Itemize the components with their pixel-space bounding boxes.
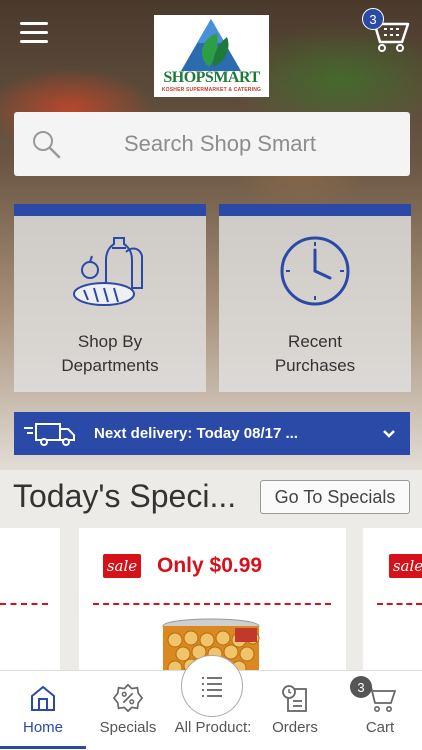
next-delivery-text: Next delivery: Today 08/17 ... bbox=[94, 425, 298, 442]
all-products-button[interactable] bbox=[181, 655, 243, 717]
go-to-specials-button[interactable]: Go To Specials bbox=[260, 480, 410, 514]
nav-specials[interactable]: Specials bbox=[86, 671, 170, 750]
shopsmart-logo[interactable]: SHOPSMART KOSHER SUPERMARKET & CATERING bbox=[154, 15, 269, 97]
tile-label: Recent Purchases bbox=[275, 330, 355, 378]
nav-cart-count-badge: 3 bbox=[350, 676, 372, 698]
special-card[interactable]: sale bbox=[363, 528, 422, 678]
search-input[interactable]: Search Shop Smart bbox=[14, 112, 410, 176]
special-card[interactable] bbox=[0, 528, 60, 678]
nav-label: Cart bbox=[365, 719, 395, 736]
header-cart-button[interactable]: 3 bbox=[362, 8, 412, 54]
truck-icon bbox=[24, 422, 75, 446]
nav-label: Specials bbox=[99, 719, 157, 736]
tile-label-line1: Recent bbox=[288, 332, 342, 351]
logo-text: SHOPSMART bbox=[163, 69, 260, 86]
special-price: Only $0.99 bbox=[157, 554, 263, 577]
card-divider bbox=[93, 603, 331, 605]
card-divider bbox=[0, 603, 48, 605]
menu-icon-bar bbox=[20, 22, 48, 25]
recent-purchases-tile[interactable]: Recent Purchases bbox=[219, 204, 411, 392]
nav-label: Home bbox=[22, 719, 63, 736]
tile-label-line2: Departments bbox=[61, 356, 159, 375]
chevron-down-icon bbox=[383, 429, 395, 438]
clock-icon bbox=[280, 236, 350, 306]
cart-count-badge: 3 bbox=[362, 8, 384, 30]
menu-button[interactable] bbox=[20, 22, 48, 44]
home-icon bbox=[31, 685, 55, 711]
percent-icon bbox=[112, 683, 144, 713]
nav-label: All Product: bbox=[174, 719, 252, 736]
tile-label: Shop By Departments bbox=[61, 330, 158, 378]
search-icon bbox=[33, 131, 61, 159]
sale-badge: sale bbox=[389, 554, 422, 578]
logo-tagline: KOSHER SUPERMARKET & CATERING bbox=[161, 87, 262, 93]
specials-heading: Today's Speci... bbox=[13, 478, 237, 514]
menu-icon-bar bbox=[20, 31, 48, 34]
nav-label: Orders bbox=[272, 719, 318, 736]
nav-home[interactable]: Home bbox=[0, 671, 86, 750]
menu-icon-bar bbox=[20, 40, 48, 43]
card-divider bbox=[377, 603, 422, 605]
groceries-icon bbox=[73, 237, 143, 306]
next-delivery-bar[interactable]: Next delivery: Today 08/17 ... bbox=[14, 412, 410, 455]
list-icon bbox=[202, 677, 222, 697]
orders-icon bbox=[282, 685, 307, 712]
tile-label-line2: Purchases bbox=[274, 356, 356, 375]
logo-mountain-icon bbox=[181, 19, 241, 71]
tile-label-line1: Shop By bbox=[77, 332, 143, 351]
shop-by-departments-tile[interactable]: Shop By Departments bbox=[14, 204, 206, 392]
nav-orders[interactable]: Orders bbox=[256, 671, 334, 750]
search-placeholder: Search Shop Smart bbox=[124, 131, 316, 156]
sale-badge: sale bbox=[103, 554, 141, 578]
